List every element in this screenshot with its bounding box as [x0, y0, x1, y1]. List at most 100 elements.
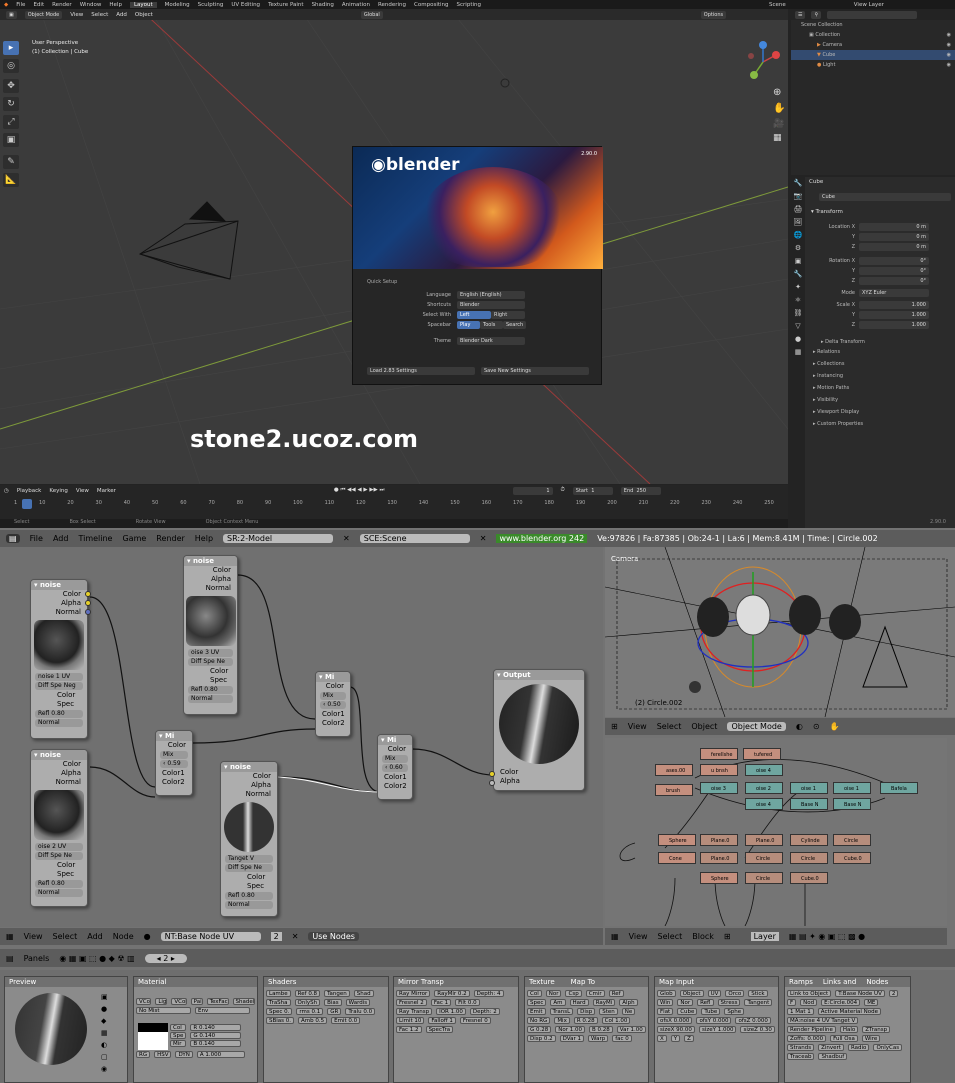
tab-compositing[interactable]: Compositing — [414, 2, 448, 8]
scale-tool-icon[interactable]: ⤢ — [3, 115, 19, 129]
panel-field[interactable]: GR — [327, 1008, 342, 1015]
fac-slider[interactable]: ‹ 0.60 — [382, 764, 408, 772]
menu-render[interactable]: Render — [52, 2, 72, 8]
panel-field[interactable]: Depth: 4 — [473, 990, 504, 997]
panel-field[interactable]: Am — [550, 999, 566, 1006]
shortcuts-dropdown[interactable]: Blender — [457, 301, 525, 309]
rotation-mode-dropdown[interactable]: XYZ Euler — [859, 289, 929, 297]
spacebar-play-button[interactable]: Play — [457, 321, 480, 329]
tab-map-to[interactable]: Map To — [571, 978, 595, 986]
tab-links[interactable]: Links and — [823, 978, 856, 986]
view3d-object-menu[interactable]: Object — [691, 722, 717, 731]
oops-block[interactable]: tufered — [743, 748, 781, 760]
view-layer-selector[interactable]: View Layer — [854, 2, 884, 8]
alpha-slider[interactable]: A 1.000 — [196, 1051, 245, 1058]
props-tab-icons[interactable]: 🔧 📷 🖨 🖼 🌐 ⚙ ▣ 🔧 ✦ ⚛ ⛓ ▽ ● ▦ — [791, 177, 805, 359]
oops-block[interactable]: Sphere — [700, 872, 738, 884]
theme-dropdown[interactable]: Blender Dark — [457, 337, 525, 345]
rotation-y-field[interactable]: 0° — [859, 267, 929, 275]
refl-slider[interactable]: Refl 0.80 — [35, 880, 83, 888]
panel-field[interactable]: E:Circle.004 — [821, 999, 861, 1006]
timeline-type-icon[interactable]: ◷ — [4, 488, 9, 494]
panel-field[interactable]: Full Osa — [830, 1035, 858, 1042]
rgb-toggle[interactable]: RG — [136, 1051, 151, 1058]
node-noise3[interactable]: ▾ noise Color Alpha Normal oise 3 UV Dif… — [183, 555, 238, 715]
panel-field[interactable]: Disp 0.2 — [527, 1035, 556, 1042]
oops-block[interactable]: Plane.0 — [700, 852, 738, 864]
texture-selector[interactable]: noise 1 UV — [35, 673, 83, 681]
panel-field[interactable]: Glob — [657, 990, 676, 997]
scale-y-field[interactable]: 1.000 — [859, 311, 929, 319]
panel-field[interactable]: Fac 1.2 — [396, 1026, 422, 1033]
oops-block[interactable]: oise 2 — [745, 782, 783, 794]
diff-toggle[interactable]: Diff — [191, 658, 201, 666]
node-editor[interactable]: ▾ noise Color Alpha Normal noise 1 UV Di… — [0, 547, 603, 927]
panel-field[interactable]: Sphe — [724, 1008, 745, 1015]
scale-x-field[interactable]: 1.000 — [859, 301, 929, 309]
socket-out[interactable] — [85, 609, 91, 615]
move-tool-icon[interactable]: ✥ — [3, 79, 19, 93]
panel-field[interactable]: Link to Object — [787, 990, 832, 997]
oops-block[interactable]: ferellshe — [700, 748, 738, 760]
panel-field[interactable]: ofsX 0.000 — [657, 1017, 693, 1024]
spec-toggle[interactable]: Spe — [50, 682, 61, 690]
outliner-filter-icon[interactable]: ⚲ — [811, 11, 822, 19]
navigation-gizmo[interactable] — [742, 41, 784, 83]
node-mix1[interactable]: ▾ Mi Color Mix ‹ 0.59 Color1 Color2 — [155, 730, 193, 796]
node-mix3[interactable]: ▾ Mi Color Mix ‹ 0.60 Color1 Color2 — [377, 734, 413, 800]
panel-field[interactable]: TraSha — [266, 999, 291, 1006]
red-slider[interactable]: R 0.140 — [190, 1024, 242, 1031]
tab-animation[interactable]: Animation — [342, 2, 370, 8]
start-frame-field[interactable]: Start 1 — [572, 486, 613, 495]
panel-field[interactable]: Nor 1.00 — [555, 1026, 586, 1033]
rotation-z-field[interactable]: 0° — [859, 277, 929, 285]
panel-field[interactable]: Ne — [621, 1008, 636, 1015]
scene-selector[interactable]: Scene — [769, 2, 786, 8]
panel-field[interactable]: Warp — [587, 1035, 609, 1042]
oops-block[interactable]: Cone — [658, 852, 696, 864]
panel-field[interactable]: Falloff 1 — [428, 1017, 456, 1024]
menu-window[interactable]: Window — [80, 2, 102, 8]
panel-field[interactable]: Ref 0.8 — [294, 990, 321, 997]
tab-modeling[interactable]: Modeling — [165, 2, 190, 8]
node-editor-type-icon[interactable]: ▦ — [6, 932, 14, 941]
close-scene-icon[interactable]: ✕ — [480, 534, 487, 543]
panel-field[interactable]: Disp — [577, 1008, 596, 1015]
panel-field[interactable]: Tube — [701, 1008, 721, 1015]
panel-field[interactable]: ME — [864, 999, 879, 1006]
panel-field[interactable]: Spec 0. — [266, 1008, 293, 1015]
panel-field[interactable]: ofsY 0.000 — [696, 1017, 732, 1024]
section-custom-properties[interactable]: ▸ Custom Properties — [813, 419, 951, 429]
oops-block[interactable]: oise 1 — [833, 782, 871, 794]
oops-select-menu[interactable]: Select — [658, 932, 683, 941]
panel-field[interactable]: Emit 0.0 — [331, 1017, 361, 1024]
transform-tool-icon[interactable]: ▣ — [3, 133, 19, 147]
spacebar-search-button[interactable]: Search — [503, 321, 526, 329]
panel-field[interactable]: RayMir 0.2 — [434, 990, 470, 997]
panel-field[interactable]: Y — [670, 1035, 681, 1042]
oops-schematic[interactable]: ferellshe tufered ases.00 u bnsh brush Sphere… — [605, 738, 947, 926]
panel-field[interactable]: Object — [679, 990, 704, 997]
panel-field[interactable]: Mix — [554, 1017, 570, 1024]
layer-button[interactable]: Layer — [750, 932, 779, 941]
panel-field[interactable]: RayMi — [592, 999, 616, 1006]
panel-field[interactable]: Col — [527, 990, 542, 997]
fac-slider[interactable]: ‹ 0.50 — [320, 701, 346, 709]
end-frame-field[interactable]: End 250 — [620, 486, 661, 495]
panel-field[interactable]: Alph — [619, 999, 638, 1006]
toggle[interactable]: Pai — [190, 998, 203, 1005]
menu-help[interactable]: Help — [109, 2, 122, 8]
blender-logo-icon[interactable]: ◆ — [4, 2, 8, 8]
no-mist-toggle[interactable]: No Mist — [136, 1007, 191, 1014]
neg-toggle[interactable]: Ne — [217, 658, 225, 666]
panel-field[interactable]: Bias — [324, 999, 342, 1006]
timeline-view[interactable]: View — [76, 488, 89, 494]
oops-block[interactable]: ases.00 — [655, 764, 693, 776]
menu-edit[interactable]: Edit — [33, 2, 44, 8]
panel-field[interactable]: 1 Mat 1 — [787, 1008, 814, 1015]
spec-toggle[interactable]: Spe — [50, 852, 61, 860]
stopwatch-icon[interactable]: ⏱ — [561, 487, 565, 494]
view3d-select-menu[interactable]: Select — [657, 722, 682, 731]
node-node-menu[interactable]: Node — [113, 932, 134, 941]
cursor-tool-icon[interactable]: ◎ — [3, 59, 19, 73]
